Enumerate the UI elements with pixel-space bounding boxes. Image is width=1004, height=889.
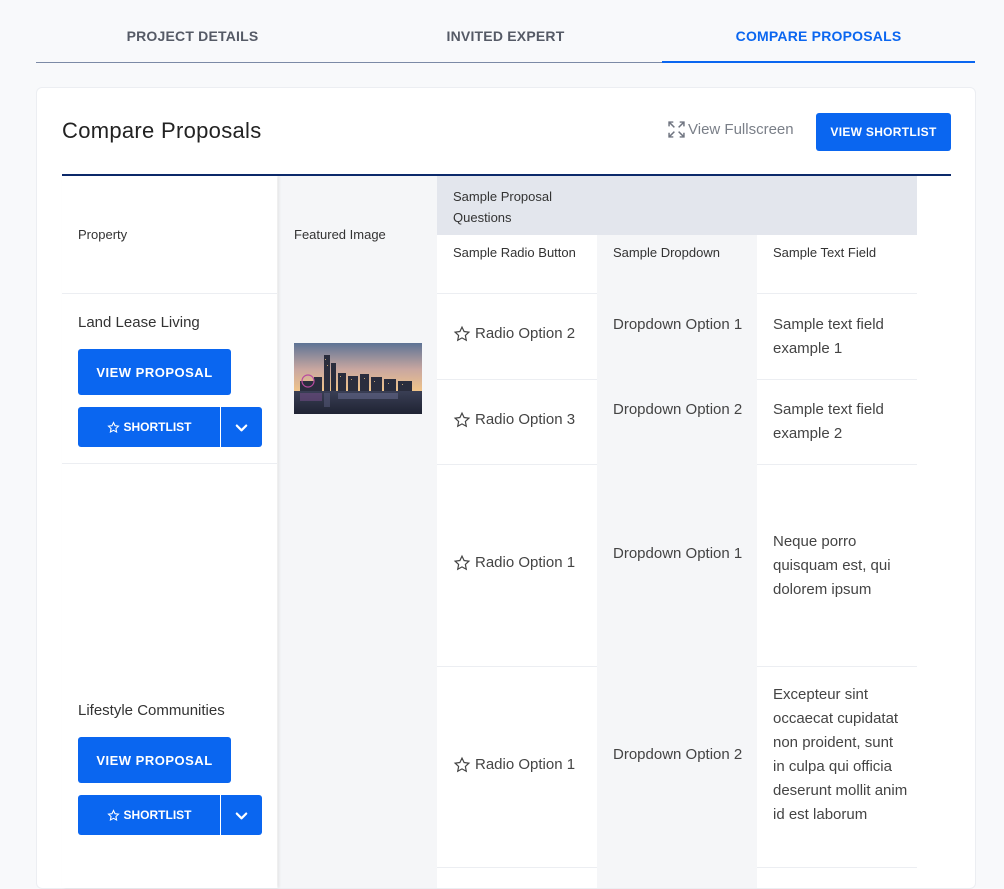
star-icon	[453, 756, 471, 773]
question-group-header: Sample Proposal Questions	[437, 176, 917, 235]
chevron-down-icon	[235, 812, 248, 819]
tab-invited-expert[interactable]: INVITED EXPERT	[349, 28, 662, 50]
view-shortlist-button[interactable]: VIEW SHORTLIST	[816, 113, 951, 151]
featured-image-column	[278, 176, 437, 888]
star-icon	[453, 411, 471, 428]
active-tab-indicator	[662, 61, 975, 63]
dropdown-answer: Dropdown Option 2	[613, 401, 743, 418]
view-fullscreen-link[interactable]: View Fullscreen	[668, 121, 794, 138]
star-icon	[453, 554, 471, 571]
dropdown-answer: Dropdown Option 2	[613, 746, 743, 763]
property-name: Lifestyle Communities	[78, 702, 225, 719]
shortlist-label: SHORTLIST	[123, 808, 192, 822]
featured-image-header: Featured Image	[294, 227, 386, 242]
tab-compare-proposals[interactable]: COMPARE PROPOSALS	[662, 28, 975, 50]
radio-column	[437, 176, 597, 888]
shortlist-dropdown-toggle[interactable]	[221, 795, 262, 835]
row-divider	[437, 867, 597, 868]
featured-image	[294, 343, 422, 414]
radio-answer: Radio Option 1	[453, 551, 575, 575]
tab-bar: PROJECT DETAILS INVITED EXPERT COMPARE P…	[36, 0, 975, 63]
shortlist-label: SHORTLIST	[123, 420, 192, 434]
star-icon	[106, 420, 120, 433]
view-proposal-button[interactable]: VIEW PROPOSAL	[78, 737, 231, 783]
row-divider	[757, 666, 917, 667]
page-title: Compare Proposals	[62, 118, 262, 143]
star-icon	[106, 808, 120, 821]
view-proposal-button[interactable]: VIEW PROPOSAL	[78, 349, 231, 395]
row-divider	[437, 379, 597, 380]
row-divider	[757, 464, 917, 465]
chevron-down-icon	[235, 424, 248, 431]
property-header: Property	[78, 227, 128, 242]
text-answer: Neque porro quisquam est, qui dolorem ip…	[773, 533, 891, 598]
text-answer: Excepteur sint occaecat cupidatat non pr…	[773, 686, 908, 823]
compare-card: Compare Proposals View Fullscreen VIEW S…	[36, 87, 976, 889]
dropdown-column	[597, 176, 757, 888]
shortlist-split-button: SHORTLIST	[78, 795, 262, 835]
shortlist-dropdown-toggle[interactable]	[221, 407, 262, 447]
shortlist-button[interactable]: SHORTLIST	[78, 795, 220, 835]
row-divider	[62, 463, 277, 464]
radio-answer-label: Radio Option 2	[475, 325, 576, 342]
radio-answer: Radio Option 3	[453, 408, 575, 432]
text-header: Sample Text Field	[773, 245, 877, 260]
radio-header: Sample Radio Button	[453, 245, 576, 260]
shortlist-button[interactable]: SHORTLIST	[78, 407, 220, 447]
dropdown-answer: Dropdown Option 1	[613, 316, 743, 333]
dropdown-answer: Dropdown Option 1	[613, 545, 743, 562]
tab-project-details[interactable]: PROJECT DETAILS	[36, 28, 349, 50]
city-skyline-image	[294, 343, 422, 414]
row-divider	[757, 867, 917, 868]
property-column: Property Land Lease Living VIEW PROPOSAL…	[62, 176, 277, 888]
fullscreen-icon	[668, 121, 685, 138]
row-divider	[437, 293, 597, 294]
row-divider	[757, 293, 917, 294]
star-icon	[453, 325, 471, 342]
text-answer: Sample text field example 2	[773, 401, 884, 442]
radio-answer-label: Radio Option 1	[475, 756, 576, 773]
dropdown-header: Sample Dropdown	[613, 245, 720, 260]
radio-answer-label: Radio Option 1	[475, 554, 576, 571]
property-name: Land Lease Living	[78, 314, 200, 331]
view-fullscreen-label: View Fullscreen	[688, 121, 794, 138]
row-divider	[437, 666, 597, 667]
row-divider	[757, 379, 917, 380]
radio-answer: Radio Option 1	[453, 753, 575, 777]
question-group-label: Sample Proposal Questions	[453, 189, 552, 225]
radio-answer: Radio Option 2	[453, 322, 575, 346]
row-divider	[437, 464, 597, 465]
row-divider	[62, 293, 277, 294]
shortlist-split-button: SHORTLIST	[78, 407, 262, 447]
radio-answer-label: Radio Option 3	[475, 411, 576, 428]
text-answer: Sample text field example 1	[773, 316, 884, 357]
